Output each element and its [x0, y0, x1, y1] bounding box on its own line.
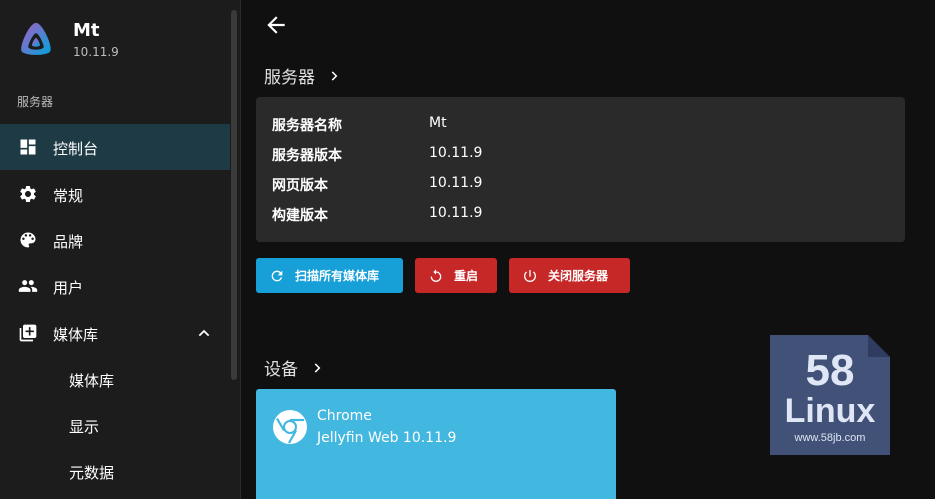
sidebar-item-users[interactable]: 用户 [0, 263, 230, 309]
info-key: 构建版本 [272, 208, 328, 224]
refresh-icon [271, 270, 283, 281]
info-row: 构建版本 10.11.9 [272, 205, 872, 225]
svg-text:Linux: Linux [785, 392, 876, 430]
gear-icon [20, 186, 36, 202]
app-name: Mt [73, 20, 100, 41]
device-card[interactable]: Chrome Jellyfin Web 10.11.9 [256, 389, 616, 499]
info-key: 网页版本 [272, 178, 328, 194]
info-row: 服务器名称 Mt [272, 115, 872, 135]
server-section-header[interactable]: 服务器 [264, 63, 341, 88]
sidebar-subitem-label: 元数据 [69, 464, 115, 482]
shutdown-button[interactable]: 关闭服务器 [509, 258, 630, 293]
palette-icon [20, 232, 36, 248]
info-value: 10.11.9 [429, 205, 483, 221]
chrome-icon [273, 410, 307, 444]
device-name: Chrome [317, 408, 372, 424]
app-header[interactable]: Mt 10.11.9 [0, 0, 230, 80]
sidebar-item-label: 媒体库 [53, 326, 99, 344]
sidebar-scrollbar[interactable] [231, 10, 237, 380]
chevron-up-icon[interactable] [196, 325, 212, 341]
sidebar-subitem-label: 显示 [69, 418, 100, 436]
info-row: 网页版本 10.11.9 [272, 175, 872, 195]
sidebar: Mt 10.11.9 服务器 控制台 常规 品牌 用户 媒体库 媒体库 显示 元… [0, 0, 241, 499]
library-add-icon [19, 324, 37, 342]
sidebar-subitem-metadata[interactable]: 元数据 [0, 448, 230, 494]
info-key: 服务器名称 [272, 118, 342, 134]
info-value: Mt [429, 115, 447, 131]
chevron-right-icon [314, 362, 321, 373]
restart-label: 重启 [454, 269, 479, 283]
dashboard-icon [20, 139, 36, 155]
devices-section-header[interactable]: 设备 [264, 355, 324, 380]
power-icon [524, 269, 536, 282]
sidebar-item-label: 常规 [53, 187, 84, 205]
sidebar-section-label: 服务器 [17, 95, 54, 109]
app-version: 10.11.9 [73, 45, 119, 59]
sidebar-subitem-label: 媒体库 [69, 372, 115, 390]
sidebar-item-branding[interactable]: 品牌 [0, 217, 230, 263]
sidebar-item-general[interactable]: 常规 [0, 171, 230, 217]
info-key: 服务器版本 [272, 148, 342, 164]
watermark-logo: 58 Linux www.58jb.com [770, 335, 890, 455]
restart-button[interactable]: 重启 [415, 258, 497, 293]
info-value: 10.11.9 [429, 145, 483, 161]
sidebar-subitem-libraries[interactable]: 媒体库 [0, 356, 230, 402]
sidebar-item-label: 用户 [53, 279, 84, 297]
people-icon [18, 280, 38, 292]
devices-section-title: 设备 [264, 360, 298, 380]
restart-icon [430, 268, 442, 282]
scan-libraries-label: 扫描所有媒体库 [295, 269, 380, 283]
sidebar-item-label: 品牌 [53, 233, 84, 251]
scan-libraries-button[interactable]: 扫描所有媒体库 [256, 258, 403, 293]
info-row: 服务器版本 10.11.9 [272, 145, 872, 165]
sidebar-item-libraries[interactable]: 媒体库 [0, 310, 230, 356]
device-client: Jellyfin Web 10.11.9 [317, 430, 457, 446]
chevron-right-icon [331, 70, 338, 81]
server-section-title: 服务器 [264, 68, 315, 88]
sidebar-subitem-display[interactable]: 显示 [0, 402, 230, 448]
svg-text:58: 58 [806, 346, 855, 395]
svg-text:www.58jb.com: www.58jb.com [794, 432, 866, 444]
shutdown-label: 关闭服务器 [548, 269, 609, 283]
sidebar-item-dashboard[interactable]: 控制台 [0, 124, 230, 170]
sidebar-item-label: 控制台 [53, 140, 99, 158]
info-value: 10.11.9 [429, 175, 483, 191]
server-info-card: 服务器名称 Mt 服务器版本 10.11.9 网页版本 10.11.9 构建版本… [256, 97, 905, 242]
back-arrow-icon[interactable] [263, 12, 289, 38]
jellyfin-logo [21, 22, 51, 55]
